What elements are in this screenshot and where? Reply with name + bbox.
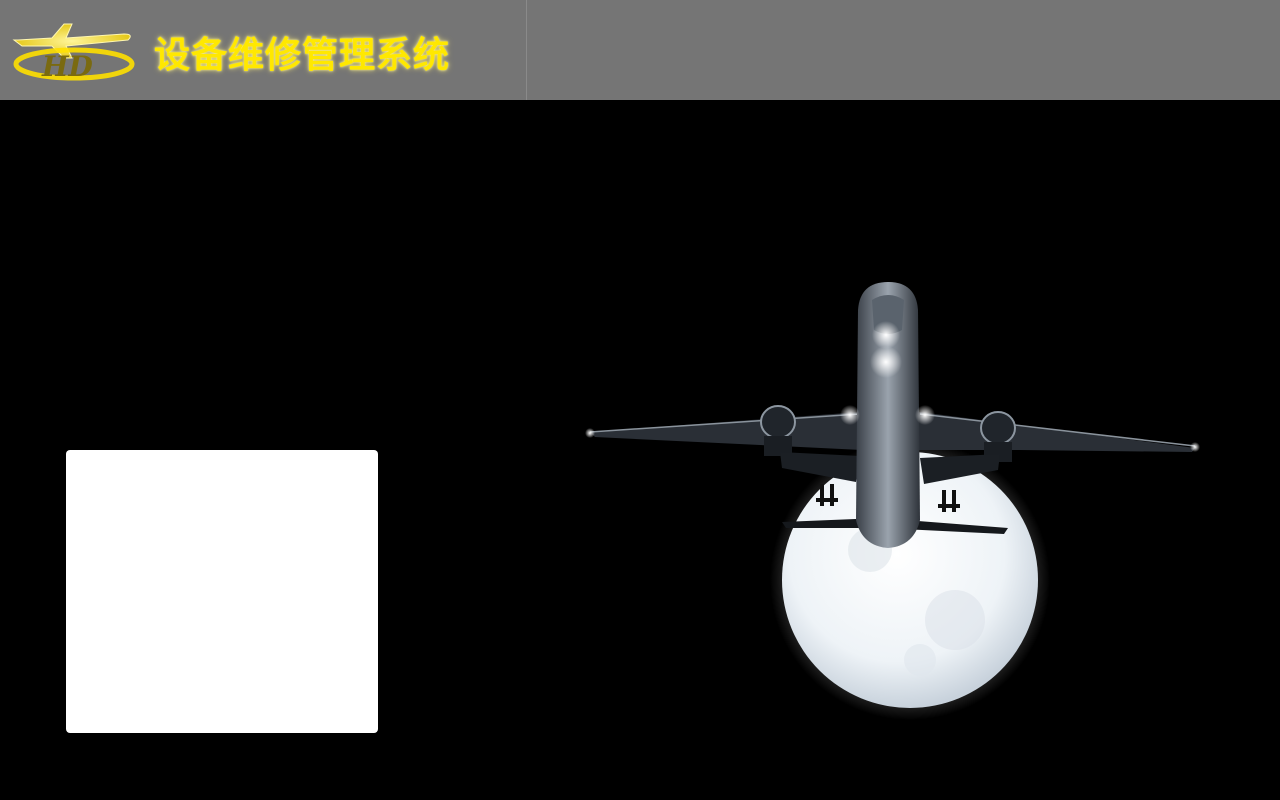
hd-airplane-logo-icon: HD bbox=[12, 23, 135, 82]
header-brand-area: HD 设备维修管理系统 bbox=[0, 0, 527, 100]
login-panel bbox=[66, 450, 378, 733]
svg-text:HD: HD bbox=[41, 50, 93, 82]
main-area bbox=[0, 100, 1280, 800]
app-title: 设备维修管理系统 bbox=[154, 34, 451, 76]
app-header: HD 设备维修管理系统 bbox=[0, 0, 1280, 100]
header-empty-area bbox=[527, 0, 1280, 100]
